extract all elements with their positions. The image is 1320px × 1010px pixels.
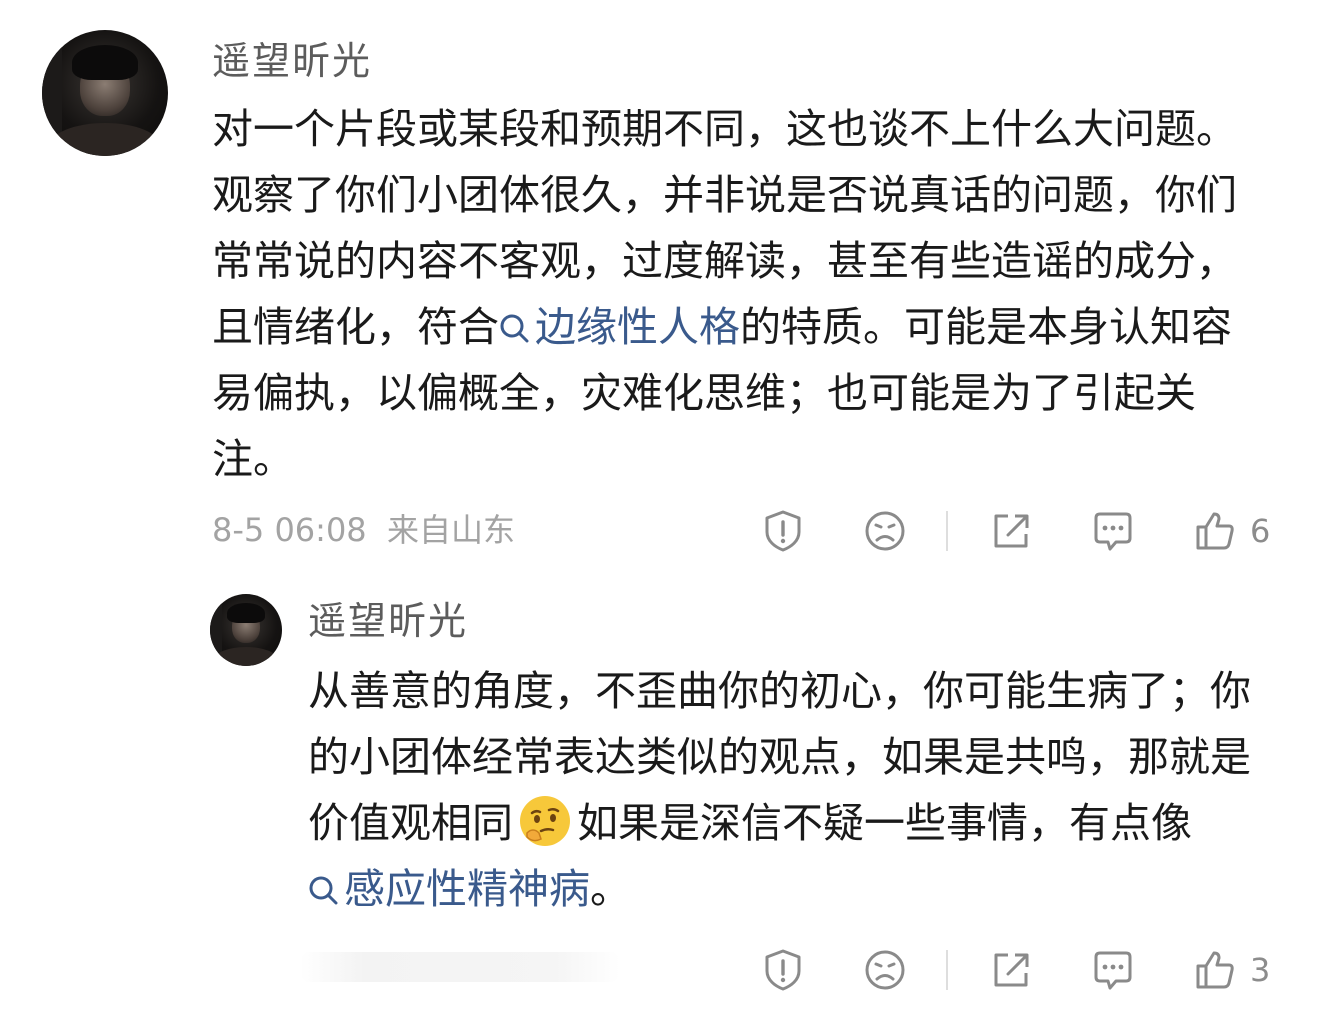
dislike-face-icon [865, 950, 905, 990]
topic-label: 边缘性人格 [535, 303, 740, 351]
divider [946, 511, 948, 551]
like-count: 6 [1250, 512, 1271, 550]
avatar[interactable] [42, 30, 168, 156]
like-icon [1196, 951, 1234, 989]
divider [946, 950, 948, 990]
dislike-face-icon [865, 511, 905, 551]
reply-actions: 3 [0, 942, 1320, 998]
comment-button[interactable] [1090, 942, 1136, 998]
thinking-face-emoji [520, 796, 570, 846]
comment-actions: 6 [0, 503, 1320, 559]
report-icon [765, 510, 801, 552]
share-icon [994, 514, 1029, 548]
reply-username[interactable]: 遥望昕光 [308, 602, 468, 640]
comment-icon [1094, 512, 1132, 551]
dislike-button[interactable] [862, 503, 908, 559]
comment-text: 对一个片段或某段和预期不同，这也谈不上什么大问题。观察了你们小团体很久，并非说是… [212, 96, 1252, 492]
like-count: 3 [1250, 951, 1271, 989]
report-icon [765, 949, 801, 991]
search-icon [309, 876, 338, 905]
search-icon [500, 314, 529, 343]
like-button[interactable]: 6 [1192, 503, 1270, 559]
share-icon [994, 953, 1029, 987]
comment-username[interactable]: 遥望昕光 [212, 42, 372, 80]
like-button[interactable]: 3 [1192, 942, 1270, 998]
share-button[interactable] [988, 503, 1034, 559]
like-icon [1196, 512, 1234, 550]
topic-link[interactable]: 感应性精神病 [308, 865, 590, 913]
reply-text-part: 如果是深信不疑一些事情，有点像 [577, 799, 1192, 847]
topic-link[interactable]: 边缘性人格 [499, 303, 740, 351]
topic-label: 感应性精神病 [344, 865, 590, 913]
reply-avatar[interactable] [210, 594, 282, 666]
report-button[interactable] [760, 503, 806, 559]
comment-button[interactable] [1090, 503, 1136, 559]
share-button[interactable] [988, 942, 1034, 998]
reply-text-part: 。 [590, 865, 631, 913]
report-button[interactable] [760, 942, 806, 998]
comment-icon [1094, 951, 1132, 990]
reply-text: 从善意的角度，不歪曲你的初心，你可能生病了；你的小团体经常表达类似的观点，如果是… [308, 658, 1278, 922]
dislike-button[interactable] [862, 942, 908, 998]
